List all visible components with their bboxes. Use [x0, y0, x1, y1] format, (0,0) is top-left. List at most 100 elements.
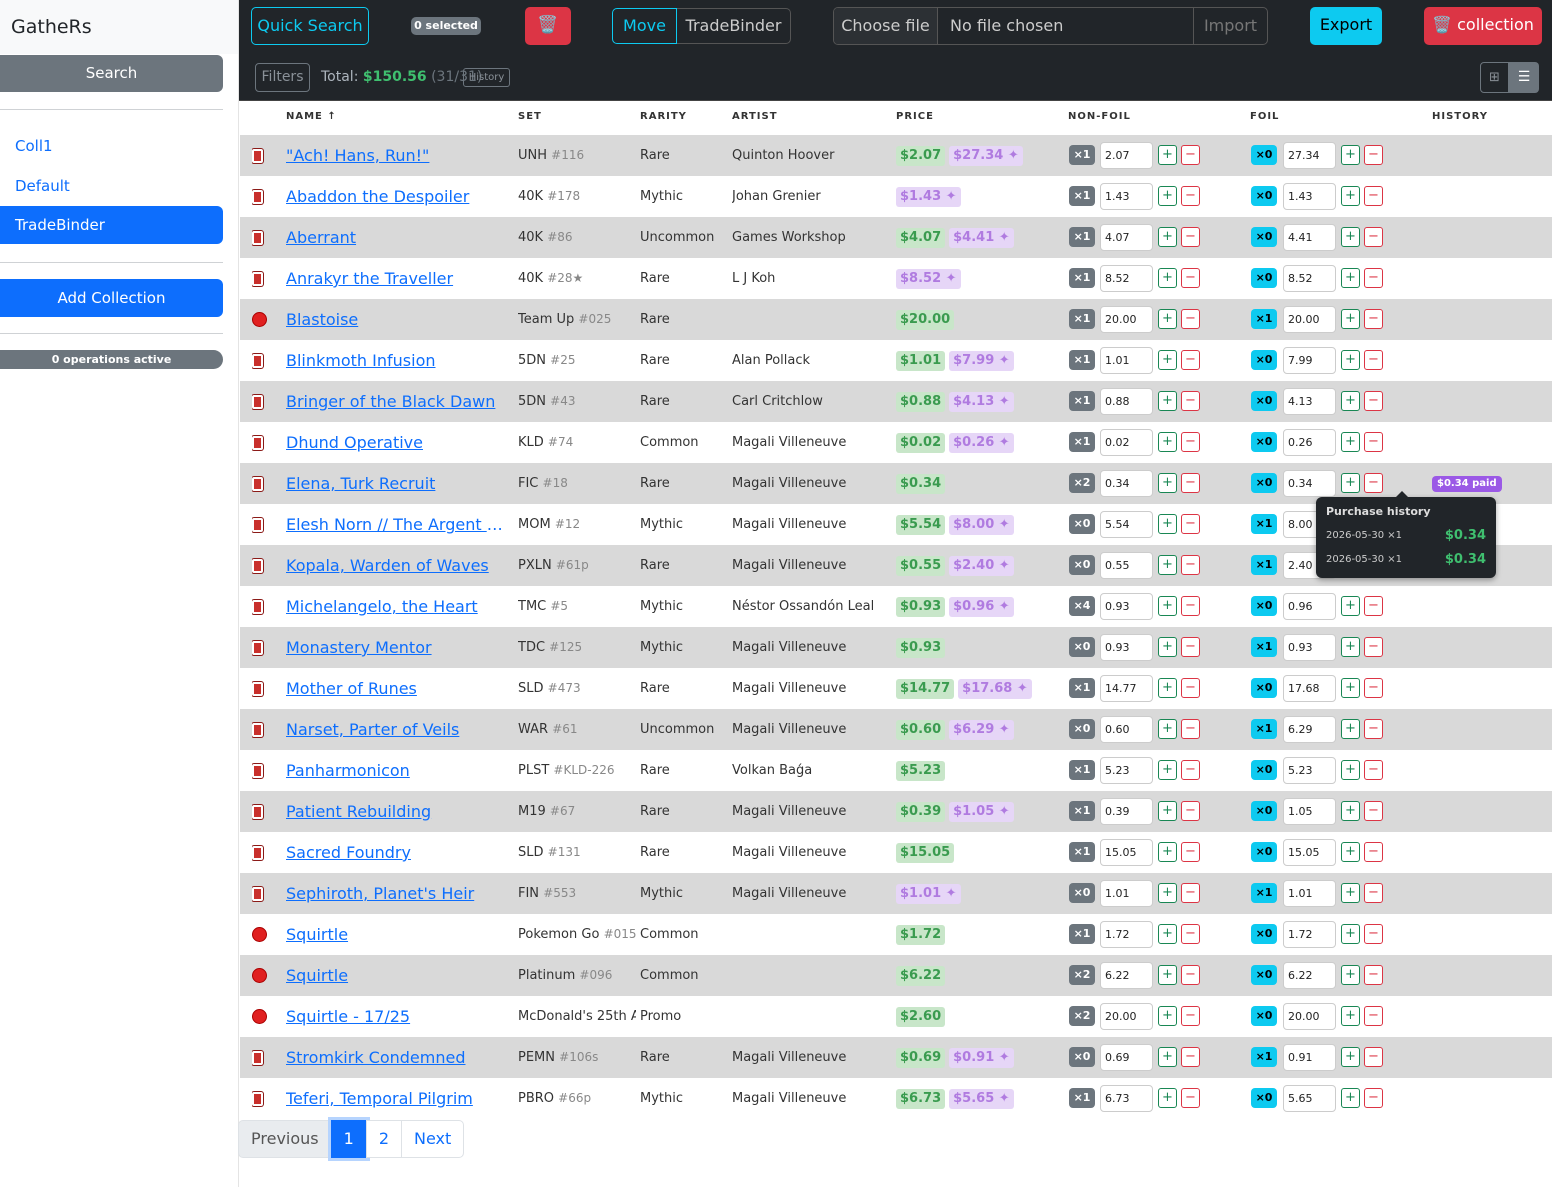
nonfoil-increment-button[interactable]: +: [1158, 924, 1177, 944]
card-name-link[interactable]: Teferi, Temporal Pilgrim: [286, 1078, 506, 1119]
import-button[interactable]: Import: [1193, 8, 1267, 44]
nonfoil-decrement-button[interactable]: −: [1181, 719, 1200, 739]
foil-increment-button[interactable]: +: [1341, 309, 1360, 329]
nonfoil-price-input[interactable]: 0.02: [1100, 429, 1153, 456]
nonfoil-price-input[interactable]: 6.22: [1100, 962, 1153, 989]
table-row[interactable]: Bringer of the Black Dawn 5DN #43 Rare Carl…: [240, 381, 1552, 422]
foil-increment-button[interactable]: +: [1341, 1047, 1360, 1067]
foil-decrement-button[interactable]: −: [1364, 473, 1383, 493]
history-button[interactable]: History: [463, 68, 510, 87]
foil-price-input[interactable]: 20.00: [1283, 1003, 1336, 1030]
nonfoil-price-input[interactable]: 5.23: [1100, 757, 1153, 784]
nonfoil-decrement-button[interactable]: −: [1181, 678, 1200, 698]
foil-increment-button[interactable]: +: [1341, 350, 1360, 370]
foil-increment-button[interactable]: +: [1341, 596, 1360, 616]
nonfoil-price-input[interactable]: 1.72: [1100, 921, 1153, 948]
export-button[interactable]: Export: [1310, 7, 1382, 45]
nonfoil-increment-button[interactable]: +: [1158, 842, 1177, 862]
foil-increment-button[interactable]: +: [1341, 432, 1360, 452]
nonfoil-increment-button[interactable]: +: [1158, 432, 1177, 452]
foil-decrement-button[interactable]: −: [1364, 309, 1383, 329]
nonfoil-increment-button[interactable]: +: [1158, 555, 1177, 575]
nonfoil-increment-button[interactable]: +: [1158, 596, 1177, 616]
foil-decrement-button[interactable]: −: [1364, 1047, 1383, 1067]
nonfoil-increment-button[interactable]: +: [1158, 514, 1177, 534]
card-name-link[interactable]: Squirtle - 17/25: [286, 996, 506, 1037]
nonfoil-decrement-button[interactable]: −: [1181, 1047, 1200, 1067]
card-name-link[interactable]: Panharmonicon: [286, 750, 506, 791]
foil-increment-button[interactable]: +: [1341, 1006, 1360, 1026]
table-row[interactable]: Squirtle Pokemon Go #015 Common $1.72 ×1 1.72…: [240, 914, 1552, 955]
nonfoil-price-input[interactable]: 1.01: [1100, 880, 1153, 907]
nonfoil-price-input[interactable]: 0.88: [1100, 388, 1153, 415]
file-input[interactable]: Choose file No file chosen Import: [833, 7, 1268, 45]
delete-collection-button[interactable]: 🗑️ collection: [1424, 7, 1542, 45]
card-name-link[interactable]: Elena, Turk Recruit: [286, 463, 506, 504]
foil-price-input[interactable]: 0.96: [1283, 593, 1336, 620]
foil-price-input[interactable]: 0.26: [1283, 429, 1336, 456]
nonfoil-price-input[interactable]: 0.60: [1100, 716, 1153, 743]
card-name-link[interactable]: Bringer of the Black Dawn: [286, 381, 506, 422]
nonfoil-decrement-button[interactable]: −: [1181, 596, 1200, 616]
foil-price-input[interactable]: 7.99: [1283, 347, 1336, 374]
nonfoil-decrement-button[interactable]: −: [1181, 760, 1200, 780]
nonfoil-increment-button[interactable]: +: [1158, 350, 1177, 370]
card-name-link[interactable]: Abaddon the Despoiler: [286, 176, 506, 217]
column-header-nonfoil[interactable]: NON-FOIL: [1068, 111, 1131, 122]
foil-increment-button[interactable]: +: [1341, 1088, 1360, 1108]
nonfoil-price-input[interactable]: 15.05: [1100, 839, 1153, 866]
nonfoil-decrement-button[interactable]: −: [1181, 309, 1200, 329]
list-view-icon[interactable]: ☰: [1509, 62, 1539, 93]
foil-price-input[interactable]: 1.72: [1283, 921, 1336, 948]
foil-increment-button[interactable]: +: [1341, 924, 1360, 944]
foil-decrement-button[interactable]: −: [1364, 719, 1383, 739]
nonfoil-price-input[interactable]: 1.01: [1100, 347, 1153, 374]
foil-increment-button[interactable]: +: [1341, 227, 1360, 247]
table-row[interactable]: Monastery Mentor TDC #125 Mythic Magali Vil…: [240, 627, 1552, 668]
table-row[interactable]: Abaddon the Despoiler 40K #178 Mythic Johan…: [240, 176, 1552, 217]
card-name-link[interactable]: Anrakyr the Traveller: [286, 258, 506, 299]
pagination-page-2[interactable]: 2: [365, 1120, 402, 1158]
foil-decrement-button[interactable]: −: [1364, 801, 1383, 821]
nonfoil-decrement-button[interactable]: −: [1181, 883, 1200, 903]
table-row[interactable]: Stromkirk Condemned PEMN #106s Rare Magali …: [240, 1037, 1552, 1078]
nonfoil-price-input[interactable]: 20.00: [1100, 1003, 1153, 1030]
nonfoil-decrement-button[interactable]: −: [1181, 555, 1200, 575]
foil-increment-button[interactable]: +: [1341, 145, 1360, 165]
nonfoil-increment-button[interactable]: +: [1158, 801, 1177, 821]
nonfoil-increment-button[interactable]: +: [1158, 965, 1177, 985]
nonfoil-decrement-button[interactable]: −: [1181, 350, 1200, 370]
foil-price-input[interactable]: 0.93: [1283, 634, 1336, 661]
card-name-link[interactable]: Mother of Runes: [286, 668, 506, 709]
nonfoil-increment-button[interactable]: +: [1158, 760, 1177, 780]
table-row[interactable]: Sacred Foundry SLD #131 Rare Magali Villene…: [240, 832, 1552, 873]
sidebar-item-tradebinder[interactable]: TradeBinder: [0, 206, 223, 244]
pagination-page-1[interactable]: 1: [330, 1120, 367, 1158]
quick-search-button[interactable]: Quick Search: [251, 7, 369, 45]
card-name-link[interactable]: Patient Rebuilding: [286, 791, 506, 832]
add-collection-button[interactable]: Add Collection: [0, 279, 223, 317]
foil-price-input[interactable]: 5.23: [1283, 757, 1336, 784]
foil-price-input[interactable]: 15.05: [1283, 839, 1336, 866]
nonfoil-increment-button[interactable]: +: [1158, 268, 1177, 288]
nonfoil-decrement-button[interactable]: −: [1181, 473, 1200, 493]
nonfoil-increment-button[interactable]: +: [1158, 145, 1177, 165]
nonfoil-decrement-button[interactable]: −: [1181, 965, 1200, 985]
card-name-link[interactable]: Michelangelo, the Heart: [286, 586, 506, 627]
table-row[interactable]: Michelangelo, the Heart TMC #5 Mythic Nésto…: [240, 586, 1552, 627]
foil-price-input[interactable]: 6.29: [1283, 716, 1336, 743]
card-name-link[interactable]: Sacred Foundry: [286, 832, 506, 873]
nonfoil-price-input[interactable]: 0.34: [1100, 470, 1153, 497]
nonfoil-decrement-button[interactable]: −: [1181, 514, 1200, 534]
move-button[interactable]: Move: [612, 8, 677, 44]
nonfoil-price-input[interactable]: 0.93: [1100, 593, 1153, 620]
grid-view-icon[interactable]: ⊞: [1480, 62, 1509, 93]
card-name-link[interactable]: Kopala, Warden of Waves: [286, 545, 506, 586]
sidebar-item-coll1[interactable]: Coll1: [0, 127, 223, 165]
foil-decrement-button[interactable]: −: [1364, 965, 1383, 985]
foil-increment-button[interactable]: +: [1341, 965, 1360, 985]
table-row[interactable]: "Ach! Hans, Run!" UNH #116 Rare Quinton Hoo…: [240, 135, 1552, 176]
nonfoil-price-input[interactable]: 6.73: [1100, 1085, 1153, 1112]
foil-increment-button[interactable]: +: [1341, 268, 1360, 288]
foil-decrement-button[interactable]: −: [1364, 883, 1383, 903]
